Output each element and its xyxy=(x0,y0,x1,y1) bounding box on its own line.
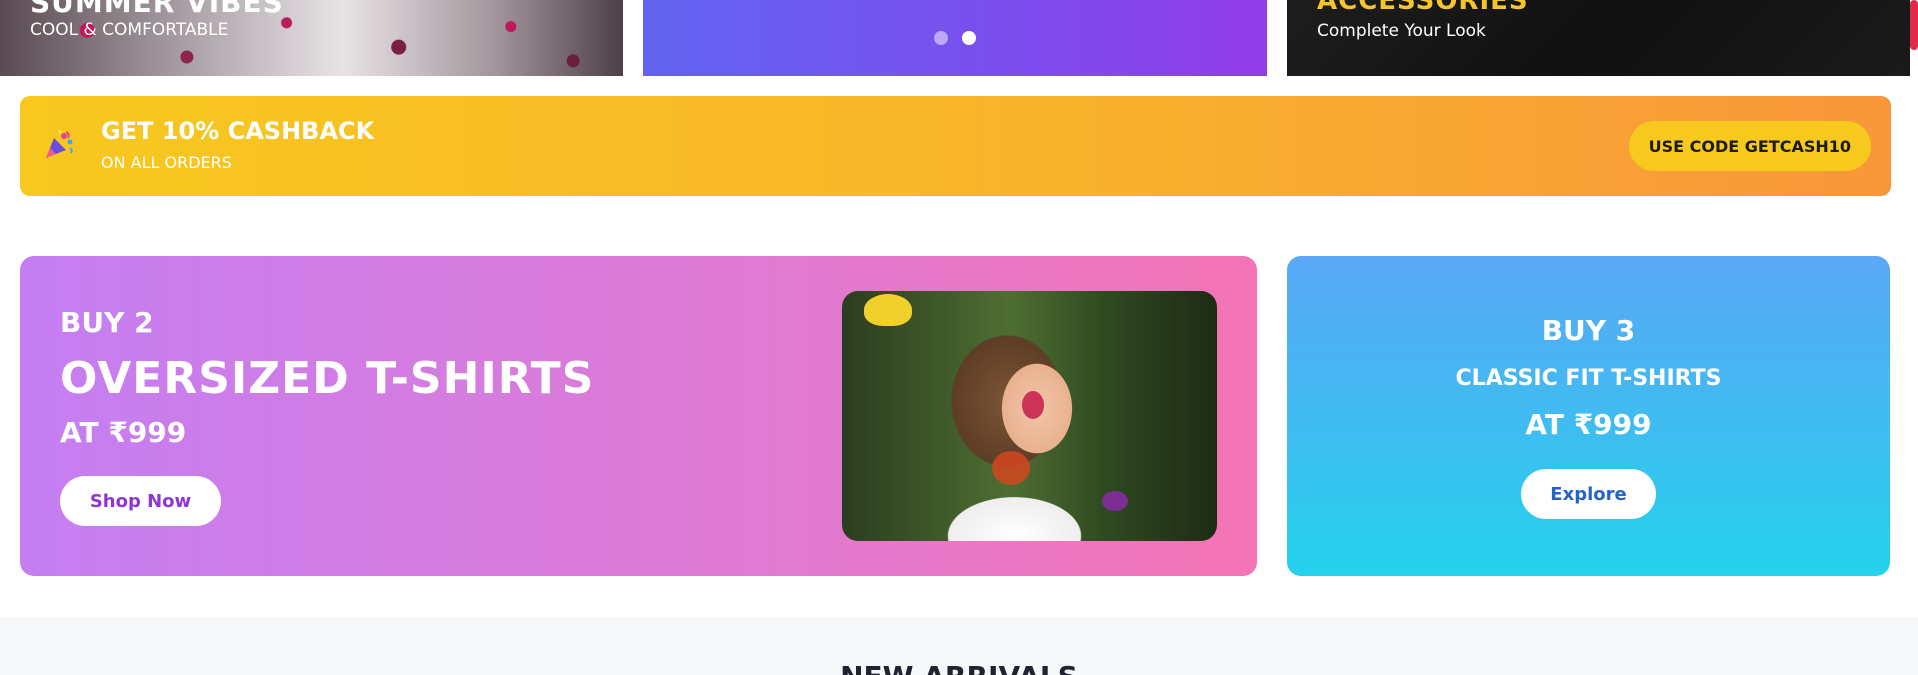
promo-product-image[interactable] xyxy=(842,291,1217,541)
hero-slide-accessories[interactable]: ACCESSORIES Complete Your Look xyxy=(1287,0,1910,76)
paint-splash-shape xyxy=(1022,391,1044,419)
hero-left-title: SUMMER VIBES xyxy=(30,0,284,19)
new-arrivals-heading: NEW ARRIVALS xyxy=(0,660,1918,675)
hero-right-title: ACCESSORIES xyxy=(1317,0,1529,16)
hair-bow-shape xyxy=(864,294,912,326)
paint-splash-shape xyxy=(1102,491,1128,511)
carousel-dots xyxy=(643,31,1267,45)
hero-left-subtitle: COOL & COMFORTABLE xyxy=(30,20,229,40)
promo-classic-price: AT ₹999 xyxy=(1525,408,1652,441)
promo-classic-buy: BUY 3 xyxy=(1541,314,1636,347)
new-arrivals-section: NEW ARRIVALS xyxy=(0,617,1918,675)
promo-oversized-buy: BUY 2 xyxy=(60,306,154,339)
carousel-dot-1[interactable] xyxy=(934,31,948,45)
promo-classic-title: CLASSIC FIT T-SHIRTS xyxy=(1455,366,1722,391)
scrollbar-thumb[interactable] xyxy=(1910,0,1918,50)
promo-card-oversized: BUY 2 OVERSIZED T-SHIRTS AT ₹999 Shop No… xyxy=(20,256,1257,576)
shop-now-button[interactable]: Shop Now xyxy=(60,476,221,526)
party-popper-icon xyxy=(46,130,73,158)
hero-right-subtitle: Complete Your Look xyxy=(1317,21,1486,41)
cashback-title: GET 10% CASHBACK xyxy=(101,117,375,145)
page: SUMMER VIBES COOL & COMFORTABLE ACCESSOR… xyxy=(0,0,1918,675)
carousel-dot-2-active[interactable] xyxy=(962,31,976,45)
use-code-button[interactable]: USE CODE GETCASH10 xyxy=(1628,121,1871,171)
cashback-banner: GET 10% CASHBACK ON ALL ORDERS USE CODE … xyxy=(20,96,1891,196)
paint-splash-shape xyxy=(992,451,1030,485)
promo-oversized-title: OVERSIZED T-SHIRTS xyxy=(60,353,595,404)
explore-button[interactable]: Explore xyxy=(1521,469,1656,519)
promo-oversized-price: AT ₹999 xyxy=(60,416,187,449)
hero-slide-carousel[interactable] xyxy=(643,0,1267,76)
promo-card-classic: BUY 3 CLASSIC FIT T-SHIRTS AT ₹999 Explo… xyxy=(1287,256,1890,576)
hero-slide-summer[interactable]: SUMMER VIBES COOL & COMFORTABLE xyxy=(0,0,623,76)
cashback-subtitle: ON ALL ORDERS xyxy=(101,153,232,172)
